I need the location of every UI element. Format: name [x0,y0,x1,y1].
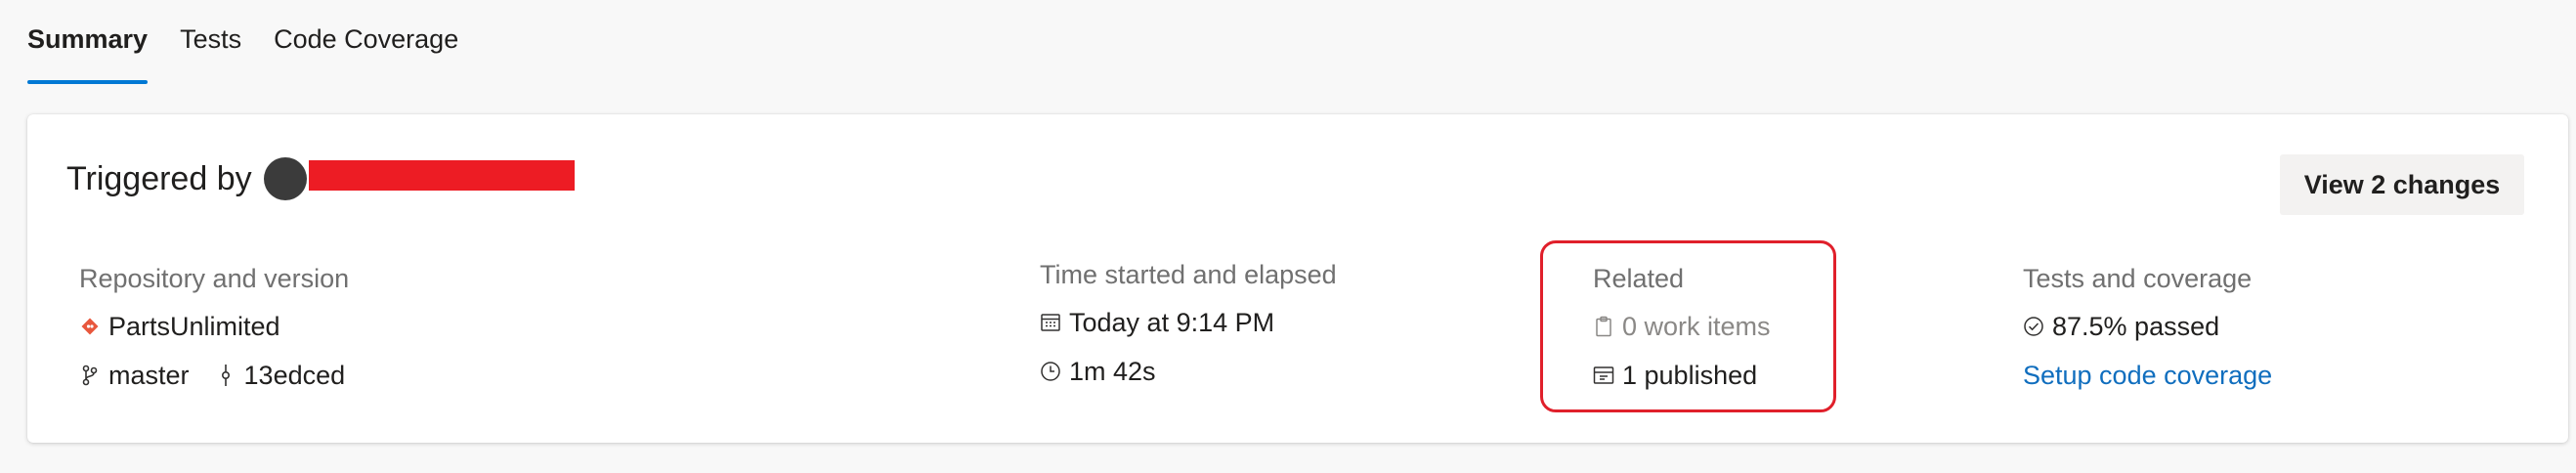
elapsed-row: 1m 42s [1040,347,1337,396]
tests-section: Tests and coverage 87.5% passed Setup co… [2023,261,2272,400]
redaction-bar [309,160,575,191]
setup-code-coverage-link[interactable]: Setup code coverage [2023,361,2272,391]
view-changes-button[interactable]: View 2 changes [2280,154,2524,215]
commit-icon [215,365,236,386]
check-circle-icon [2023,316,2044,337]
time-label: Time started and elapsed [1040,260,1337,289]
started-time: Today at 9:14 PM [1069,307,1275,337]
commit-id[interactable]: 13edced [244,361,346,391]
branch-name[interactable]: master [108,361,190,391]
triggered-by: Triggered by [66,157,307,200]
elapsed-time: 1m 42s [1069,356,1156,386]
tab-summary[interactable]: Summary [27,0,149,84]
clock-icon [1040,361,1061,382]
tests-label: Tests and coverage [2023,264,2253,293]
tests-passed-row: 87.5% passed [2023,302,2272,351]
summary-card: Triggered by View 2 changes Repository a… [27,114,2568,443]
repository-section: Repository and version PartsUnlimited ma… [79,261,349,400]
tab-bar: Summary Tests Code Coverage [27,0,491,84]
tab-tests[interactable]: Tests [180,0,241,84]
repository-row: PartsUnlimited [79,302,349,351]
triggered-by-label: Triggered by [66,159,252,197]
tab-code-coverage[interactable]: Code Coverage [274,0,458,84]
avatar[interactable] [263,157,307,200]
repository-label: Repository and version [79,264,350,293]
branch-icon [79,365,101,386]
tests-passed[interactable]: 87.5% passed [2052,312,2219,342]
setup-coverage-row: Setup code coverage [2023,351,2272,400]
branch-commit-row: master 13edced [79,351,349,400]
time-section: Time started and elapsed Today at 9:14 P… [1040,257,1337,396]
started-row: Today at 9:14 PM [1040,298,1337,347]
git-repo-icon [79,316,101,337]
highlight-box [1540,240,1836,412]
repository-name[interactable]: PartsUnlimited [108,312,280,342]
calendar-icon [1040,312,1061,333]
